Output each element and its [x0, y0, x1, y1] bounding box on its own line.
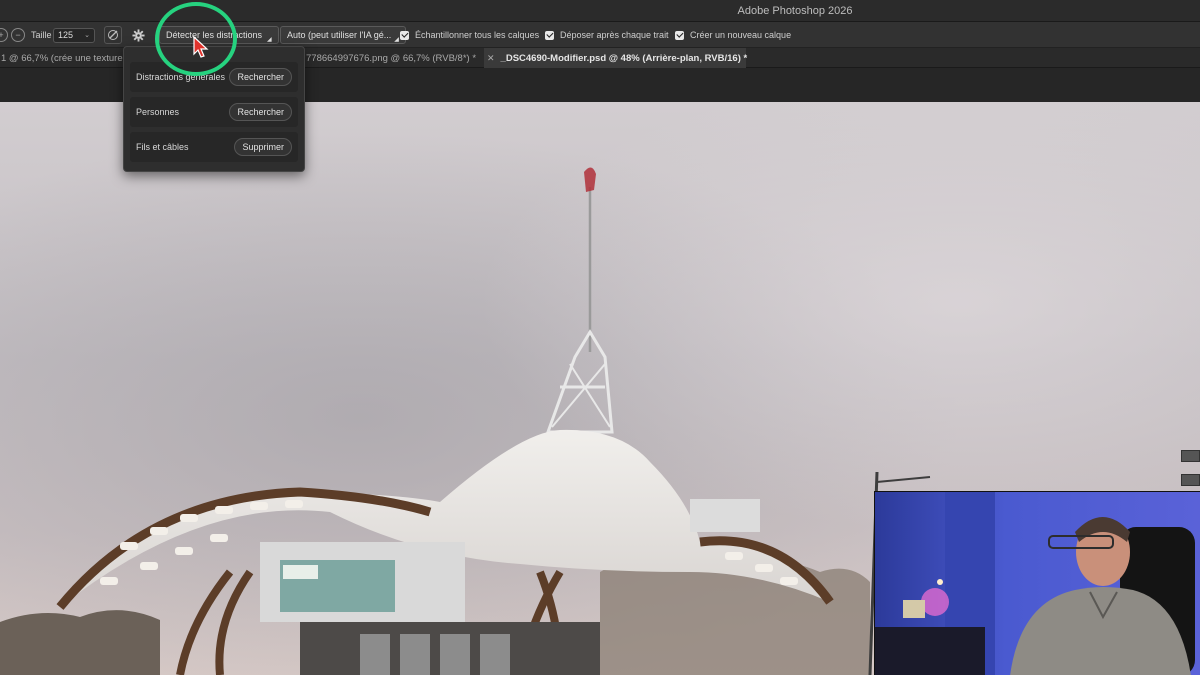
- webcam-video: [875, 492, 1200, 675]
- tab-document-2[interactable]: 778664997676.png @ 66,7% (RVB/8*) *: [304, 48, 484, 68]
- gear-icon[interactable]: [132, 22, 145, 48]
- cursor-arrow-icon: [193, 36, 209, 58]
- webcam-overlay: [874, 491, 1200, 675]
- chevron-down-icon: ⌄: [84, 32, 90, 39]
- search-general-button[interactable]: Rechercher: [229, 68, 292, 86]
- drop-after-stroke-checkbox[interactable]: Déposer après chaque trait: [545, 22, 669, 48]
- menu-item-people: Personnes Rechercher: [130, 97, 298, 127]
- mode-select[interactable]: Auto (peut utiliser l'IA gé... ◢: [280, 26, 406, 44]
- size-label: Taille: [31, 30, 52, 40]
- sample-all-layers-checkbox[interactable]: Échantillonner tous les calques: [400, 22, 539, 48]
- tab-document-1[interactable]: 1 @ 66,7% (crée une texture: [0, 48, 123, 68]
- scroll-handle[interactable]: [1181, 450, 1200, 462]
- brush-minus-icon[interactable]: +: [0, 22, 8, 48]
- menu-item-wires-cables: Fils et câbles Supprimer: [130, 132, 298, 162]
- remove-wires-button[interactable]: Supprimer: [234, 138, 292, 156]
- tab-document-3[interactable]: ✕ _DSC4690-Modifier.psd @ 48% (Arrière-p…: [484, 48, 747, 68]
- new-layer-checkbox[interactable]: Créer un nouveau calque: [675, 22, 791, 48]
- size-input[interactable]: 125 ⌄: [53, 27, 95, 43]
- close-icon[interactable]: ✕: [487, 53, 495, 64]
- scroll-handle[interactable]: [1181, 474, 1200, 486]
- search-people-button[interactable]: Rechercher: [229, 103, 292, 121]
- brush-plus-icon[interactable]: −: [11, 22, 25, 48]
- stylus-pressure-icon[interactable]: [104, 26, 122, 44]
